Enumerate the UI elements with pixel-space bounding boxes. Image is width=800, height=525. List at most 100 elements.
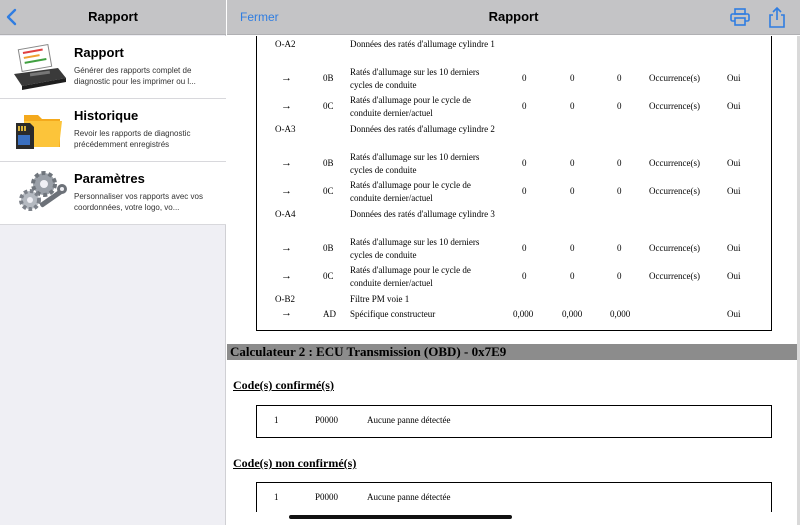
sidebar-header: Rapport (0, 0, 226, 35)
table-cell-desc: Données des ratés d'allumage cylindre 1 (350, 39, 495, 49)
sidebar-item-historique[interactable]: Historique Revoir les rapports de diagno… (0, 99, 226, 162)
table-cell-arrow: → (281, 100, 292, 112)
table-cell-pid: 0C (323, 186, 334, 196)
table-row: → 0C Ratés d'allumage pour le cycle de c… (257, 94, 773, 120)
printer-report-icon (14, 44, 66, 90)
table-cell-status: Oui (727, 243, 741, 253)
table-cell-value: 0 (522, 158, 527, 168)
table-cell-value: 0 (617, 73, 622, 83)
table-cell-value: 0 (617, 101, 622, 111)
sidebar-item-rapport[interactable]: Rapport Générer des rapports complet de … (0, 36, 226, 99)
table-cell-pid: 0C (323, 101, 334, 111)
table-row: → 0C Ratés d'allumage pour le cycle de c… (257, 179, 773, 205)
sidebar-item-title: Rapport (74, 45, 124, 60)
sidebar: Rapport Rapport Générer des rapports com… (0, 0, 226, 525)
table-cell-value: 0 (522, 73, 527, 83)
table-cell-value: 0 (570, 158, 575, 168)
table-cell-desc: Ratés d'allumage pour le cycle de condui… (350, 95, 471, 118)
table-cell-code: O-A2 (275, 39, 296, 49)
sidebar-item-parametres[interactable]: Paramètres Personnaliser vos rapports av… (0, 162, 226, 225)
table-cell-desc: Données des ratés d'allumage cylindre 2 (350, 124, 495, 134)
table-cell-value: 0 (570, 101, 575, 111)
confirmed-codes-table: 1 P0000 Aucune panne détectée (256, 405, 772, 438)
table-cell-arrow: → (281, 270, 292, 282)
table-cell-status: Oui (727, 158, 741, 168)
table-cell-pid: AD (323, 309, 336, 319)
table-cell-arrow: → (281, 157, 292, 169)
unconfirmed-codes-title: Code(s) non confirmé(s) (233, 456, 357, 470)
table-cell-desc: Données des ratés d'allumage cylindre 3 (350, 209, 495, 219)
dtc-description: Aucune panne détectée (367, 492, 451, 502)
report-content[interactable]: O-A2 Données des ratés d'allumage cylind… (227, 36, 800, 525)
share-icon[interactable] (768, 6, 786, 28)
sidebar-title: Rapport (88, 9, 138, 24)
table-cell-value: 0 (570, 186, 575, 196)
table-row: → 0B Ratés d'allumage sur les 10 dernier… (257, 66, 773, 92)
table-cell-desc: Ratés d'allumage sur les 10 derniers cyc… (350, 152, 480, 175)
page-title: Rapport (488, 9, 539, 24)
table-cell-unit: Occurrence(s) (649, 101, 700, 111)
table-cell-unit: Occurrence(s) (649, 186, 700, 196)
table-cell-value: 0,000 (513, 309, 534, 319)
table-cell-value: 0,000 (562, 309, 583, 319)
table-cell-pid: 0B (323, 73, 334, 83)
sidebar-item-title: Paramètres (74, 171, 145, 186)
unconfirmed-codes-table: 1 P0000 Aucune panne détectée (256, 482, 772, 512)
table-cell-code: O-A3 (275, 124, 296, 134)
table-cell-desc: Ratés d'allumage pour le cycle de condui… (350, 180, 471, 203)
table-cell-status: Oui (727, 271, 741, 281)
table-cell-desc: Ratés d'allumage sur les 10 derniers cyc… (350, 67, 480, 90)
table-cell-code: O-A4 (275, 209, 296, 219)
gears-wrench-icon (19, 171, 67, 211)
main-header: Fermer Rapport (227, 0, 800, 35)
table-cell-value: 0 (617, 158, 622, 168)
dtc-description: Aucune panne détectée (367, 415, 451, 425)
table-cell-arrow: → (281, 242, 292, 254)
table-cell-value: 0 (570, 243, 575, 253)
table-row: → AD Spécifique constructeur 0,000 0,000… (257, 307, 773, 322)
table-row: → 0C Ratés d'allumage pour le cycle de c… (257, 264, 773, 290)
table-row: O-A4 Données des ratés d'allumage cylind… (257, 208, 773, 234)
table-row: → 0B Ratés d'allumage sur les 10 dernier… (257, 236, 773, 262)
dtc-number: 1 (274, 492, 279, 502)
table-cell-value: 0 (522, 101, 527, 111)
table-cell-unit: Occurrence(s) (649, 158, 700, 168)
table-row: O-A3 Données des ratés d'allumage cylind… (257, 123, 773, 149)
table-cell-status: Oui (727, 73, 741, 83)
table-cell-unit: Occurrence(s) (649, 73, 700, 83)
sidebar-list: Rapport Générer des rapports complet de … (0, 36, 226, 225)
dtc-number: 1 (274, 415, 279, 425)
table-cell-value: 0 (617, 271, 622, 281)
table-row: O-A2 Données des ratés d'allumage cylind… (257, 38, 773, 64)
sidebar-item-desc: Générer des rapports complet de diagnost… (74, 66, 196, 86)
table-cell-desc: Ratés d'allumage pour le cycle de condui… (350, 265, 471, 288)
table-cell-desc: Filtre PM voie 1 (350, 294, 410, 304)
home-indicator[interactable] (289, 515, 512, 519)
table-cell-value: 0 (570, 271, 575, 281)
table-cell-desc: Spécifique constructeur (350, 309, 436, 319)
dtc-code: P0000 (315, 492, 339, 502)
table-cell-arrow: → (281, 72, 292, 84)
confirmed-codes-title: Code(s) confirmé(s) (233, 378, 334, 392)
table-cell-pid: 0B (323, 158, 334, 168)
table-cell-pid: 0B (323, 243, 334, 253)
table-cell-value: 0 (617, 243, 622, 253)
table-cell-value: 0 (522, 243, 527, 253)
dtc-code: P0000 (315, 415, 339, 425)
table-cell-status: Oui (727, 309, 741, 319)
table-cell-arrow: → (281, 185, 292, 197)
printer-icon[interactable] (730, 8, 750, 26)
table-cell-value: 0 (617, 186, 622, 196)
table-cell-status: Oui (727, 186, 741, 196)
table-cell-unit: Occurrence(s) (649, 243, 700, 253)
table-cell-status: Oui (727, 101, 741, 111)
ecu-section-header: Calculateur 2 : ECU Transmission (OBD) -… (227, 344, 800, 360)
table-cell-value: 0 (522, 186, 527, 196)
sidebar-item-desc: Personnaliser vos rapports avec vos coor… (74, 192, 203, 212)
sidebar-item-title: Historique (74, 108, 139, 123)
table-row: O-B2 Filtre PM voie 1 (257, 293, 773, 307)
table-cell-value: 0 (570, 73, 575, 83)
ecu-title: Calculateur 2 : ECU Transmission (OBD) -… (230, 344, 507, 359)
data-table: O-A2 Données des ratés d'allumage cylind… (256, 36, 772, 331)
table-row: → 0B Ratés d'allumage sur les 10 dernier… (257, 151, 773, 177)
